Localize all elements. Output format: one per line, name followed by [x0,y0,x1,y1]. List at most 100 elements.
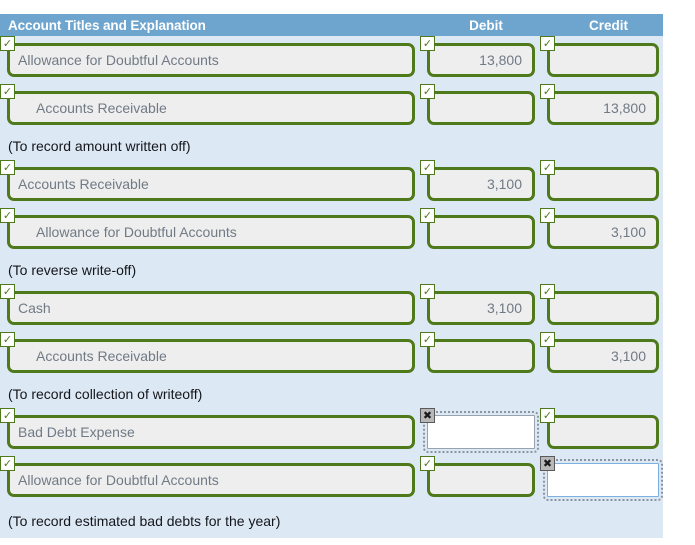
check-icon: ✓ [0,408,15,423]
account-title-input[interactable] [7,415,415,449]
check-icon: ✓ [0,84,15,99]
debit-amount-cell: ✓ [420,284,540,332]
debit-amount-field-wrapper: ✓ [420,284,535,325]
credit-amount-input[interactable] [547,339,659,373]
debit-amount-cell: ✓ [420,332,540,380]
credit-amount-cell: ✓ [540,160,665,208]
account-title-input[interactable] [7,339,415,373]
account-title-cell: ✓ [0,332,420,380]
account-title-input[interactable] [7,43,415,77]
journal-entry-row: ✓ ✖ ✓ [0,408,663,456]
check-icon: ✓ [0,36,15,51]
table-header-row: Account Titles and Explanation Debit Cre… [0,14,663,36]
check-icon: ✓ [0,208,15,223]
entry-explanation: (To record collection of writeoff) [0,380,663,408]
credit-amount-cell: ✖ [540,456,665,504]
check-icon: ✓ [0,332,15,347]
account-title-field-wrapper: ✓ [0,456,415,497]
debit-amount-cell: ✓ [420,208,540,256]
check-icon: ✓ [540,84,555,99]
credit-amount-input[interactable] [547,167,659,201]
check-icon: ✓ [540,208,555,223]
account-title-field-wrapper: ✓ [0,160,415,201]
check-icon: ✓ [420,36,435,51]
column-header-credit: Credit [588,17,628,33]
account-title-input[interactable] [7,167,415,201]
journal-entry-row: ✓ ✓ ✓ [0,284,663,332]
account-title-input[interactable] [7,215,415,249]
credit-amount-field-wrapper: ✓ [540,160,659,201]
check-icon: ✓ [420,456,435,471]
credit-amount-field-wrapper: ✓ [540,84,659,125]
check-icon: ✓ [0,284,15,299]
debit-amount-field-wrapper: ✓ [420,160,535,201]
account-title-cell: ✓ [0,84,420,132]
check-icon: ✓ [420,332,435,347]
account-title-field-wrapper: ✓ [0,332,415,373]
x-mark-icon: ✖ [540,456,555,471]
credit-amount-field-wrapper: ✖ [540,456,663,501]
debit-amount-input[interactable] [427,339,535,373]
credit-amount-field-wrapper: ✓ [540,408,659,449]
journal-entry-row: ✓ ✓ ✓ [0,208,663,256]
credit-amount-cell: ✓ [540,408,665,456]
credit-amount-input[interactable] [543,459,663,501]
column-header-account: Account Titles and Explanation [8,17,206,33]
debit-amount-field-wrapper: ✓ [420,456,535,497]
check-icon: ✓ [0,160,15,175]
credit-amount-input[interactable] [547,291,659,325]
check-icon: ✓ [540,284,555,299]
credit-amount-input[interactable] [547,43,659,77]
check-icon: ✓ [420,160,435,175]
credit-amount-field-wrapper: ✓ [540,208,659,249]
credit-amount-input[interactable] [547,215,659,249]
journal-rows-container: ✓✓✓✓✓✓(To record amount written off)✓✓✓✓… [0,36,663,538]
credit-amount-field-wrapper: ✓ [540,284,659,325]
debit-amount-input[interactable] [427,167,535,201]
journal-entry-row: ✓ ✓ ✖ [0,456,663,504]
check-icon: ✓ [420,284,435,299]
account-title-field-wrapper: ✓ [0,208,415,249]
debit-amount-cell: ✓ [420,84,540,132]
debit-amount-field-wrapper: ✓ [420,36,535,77]
account-title-input[interactable] [7,463,415,497]
column-header-debit: Debit [469,17,503,33]
debit-amount-input[interactable] [427,43,535,77]
credit-amount-cell: ✓ [540,84,665,132]
debit-amount-field-wrapper: ✖ [420,408,539,453]
credit-amount-input[interactable] [547,91,659,125]
account-title-input[interactable] [7,91,415,125]
account-title-field-wrapper: ✓ [0,284,415,325]
account-title-cell: ✓ [0,208,420,256]
account-title-field-wrapper: ✓ [0,408,415,449]
journal-entry-row: ✓ ✓ ✓ [0,332,663,380]
journal-entry-row: ✓ ✓ ✓ [0,160,663,208]
credit-amount-cell: ✓ [540,208,665,256]
debit-amount-input[interactable] [427,91,535,125]
credit-amount-input[interactable] [547,415,659,449]
credit-amount-cell: ✓ [540,36,665,84]
account-title-cell: ✓ [0,160,420,208]
debit-amount-input[interactable] [427,463,535,497]
debit-amount-input[interactable] [427,215,535,249]
debit-amount-input[interactable] [427,291,535,325]
account-title-cell: ✓ [0,36,420,84]
account-title-field-wrapper: ✓ [0,84,415,125]
check-icon: ✓ [420,84,435,99]
credit-amount-field-wrapper: ✓ [540,36,659,77]
debit-amount-field-wrapper: ✓ [420,332,535,373]
debit-amount-input[interactable] [423,411,539,453]
debit-amount-cell: ✖ [420,408,540,456]
account-title-input[interactable] [7,291,415,325]
journal-entry-table: Account Titles and Explanation Debit Cre… [0,14,663,538]
debit-amount-cell: ✓ [420,160,540,208]
journal-entry-row: ✓ ✓ ✓ [0,36,663,84]
check-icon: ✓ [540,332,555,347]
check-icon: ✓ [540,36,555,51]
credit-amount-cell: ✓ [540,284,665,332]
debit-amount-cell: ✓ [420,456,540,504]
debit-amount-cell: ✓ [420,36,540,84]
account-title-cell: ✓ [0,408,420,456]
check-icon: ✓ [540,160,555,175]
debit-amount-field-wrapper: ✓ [420,84,535,125]
